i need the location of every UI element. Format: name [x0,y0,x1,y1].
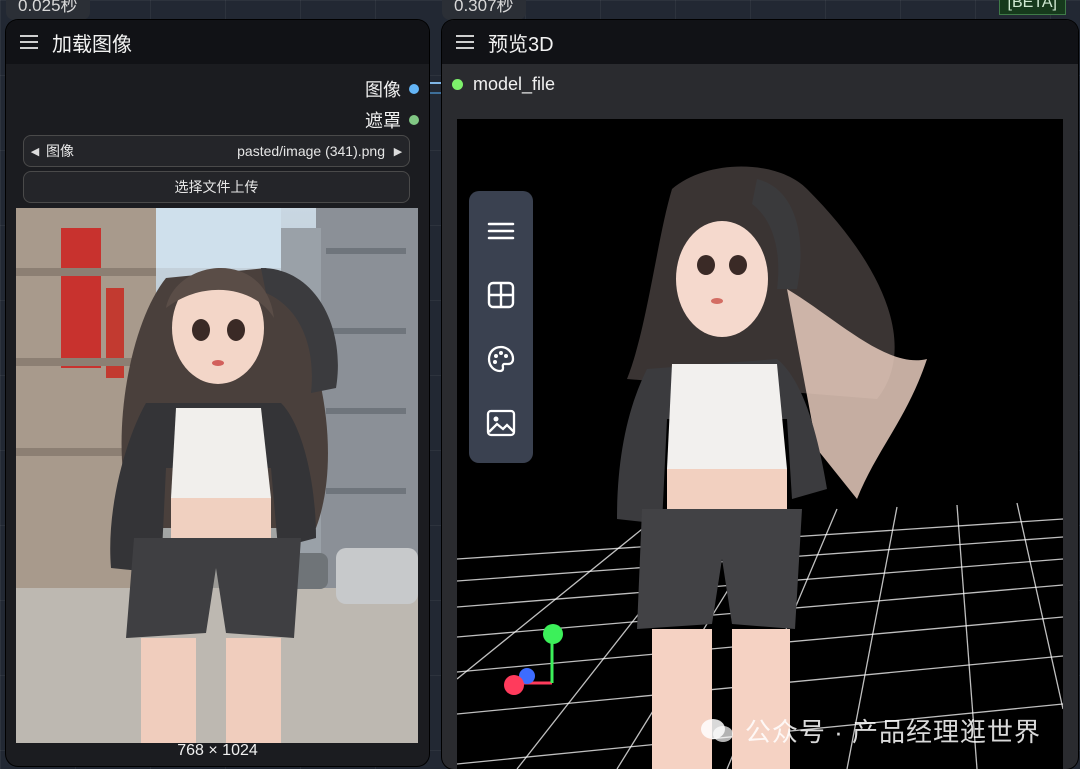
preview-3d-node[interactable]: 预览3D model_file 公众号 · 产品经理逛世界 [442,20,1078,769]
menu-icon[interactable] [483,213,519,249]
output-slot-dot[interactable] [409,84,419,94]
node-menu-icon[interactable] [456,35,474,49]
input-model-file[interactable]: model_file [452,74,555,95]
combo-label: 图像 [46,143,74,159]
combo-value: pasted/image (341).png [237,143,385,159]
wechat-icon [700,718,733,742]
viewport-toolbar [469,191,533,463]
image-combo-widget[interactable]: ◀ 图像 pasted/image (341).png ▶ [23,135,410,167]
input-slot-dot[interactable] [452,79,463,90]
combo-next-arrow-icon[interactable]: ▶ [387,145,409,158]
combo-prev-arrow-icon[interactable]: ◀ [24,145,46,158]
execution-time-right: 0.307秒 [442,0,526,20]
node-header[interactable]: 预览3D [442,20,1078,64]
3d-viewport[interactable]: 公众号 · 产品经理逛世界 [457,119,1063,769]
anime-girl-photo [16,208,418,743]
beta-badge: [BETA] [998,0,1066,15]
image-size-label: 768 × 1024 [177,742,258,759]
execution-time-left: 0.025秒 [6,0,90,20]
palette-icon[interactable] [483,341,519,377]
output-label: 图像 [365,80,401,100]
output-slot-dot[interactable] [409,115,419,125]
node-title: 预览3D [488,33,554,56]
input-label: model_file [473,74,556,94]
loaded-image-preview [16,208,418,743]
output-image[interactable]: 图像 [365,76,419,102]
node-header[interactable]: 加载图像 [6,20,429,64]
3d-scene [457,166,1063,769]
watermark: 公众号 · 产品经理逛世界 [699,712,1041,749]
image-icon[interactable] [483,405,519,441]
upload-file-button[interactable]: 选择文件上传 [23,171,410,203]
grid-icon[interactable] [483,277,519,313]
node-title: 加载图像 [52,33,132,56]
watermark-text: 公众号 · 产品经理逛世界 [744,717,1041,747]
output-mask[interactable]: 遮罩 [365,107,419,133]
load-image-node[interactable]: 加载图像 图像 遮罩 ◀ 图像 pasted/image (341).png ▶… [6,20,429,766]
node-menu-icon[interactable] [20,35,38,49]
node-link-wire [430,82,442,94]
output-label: 遮罩 [365,111,401,131]
